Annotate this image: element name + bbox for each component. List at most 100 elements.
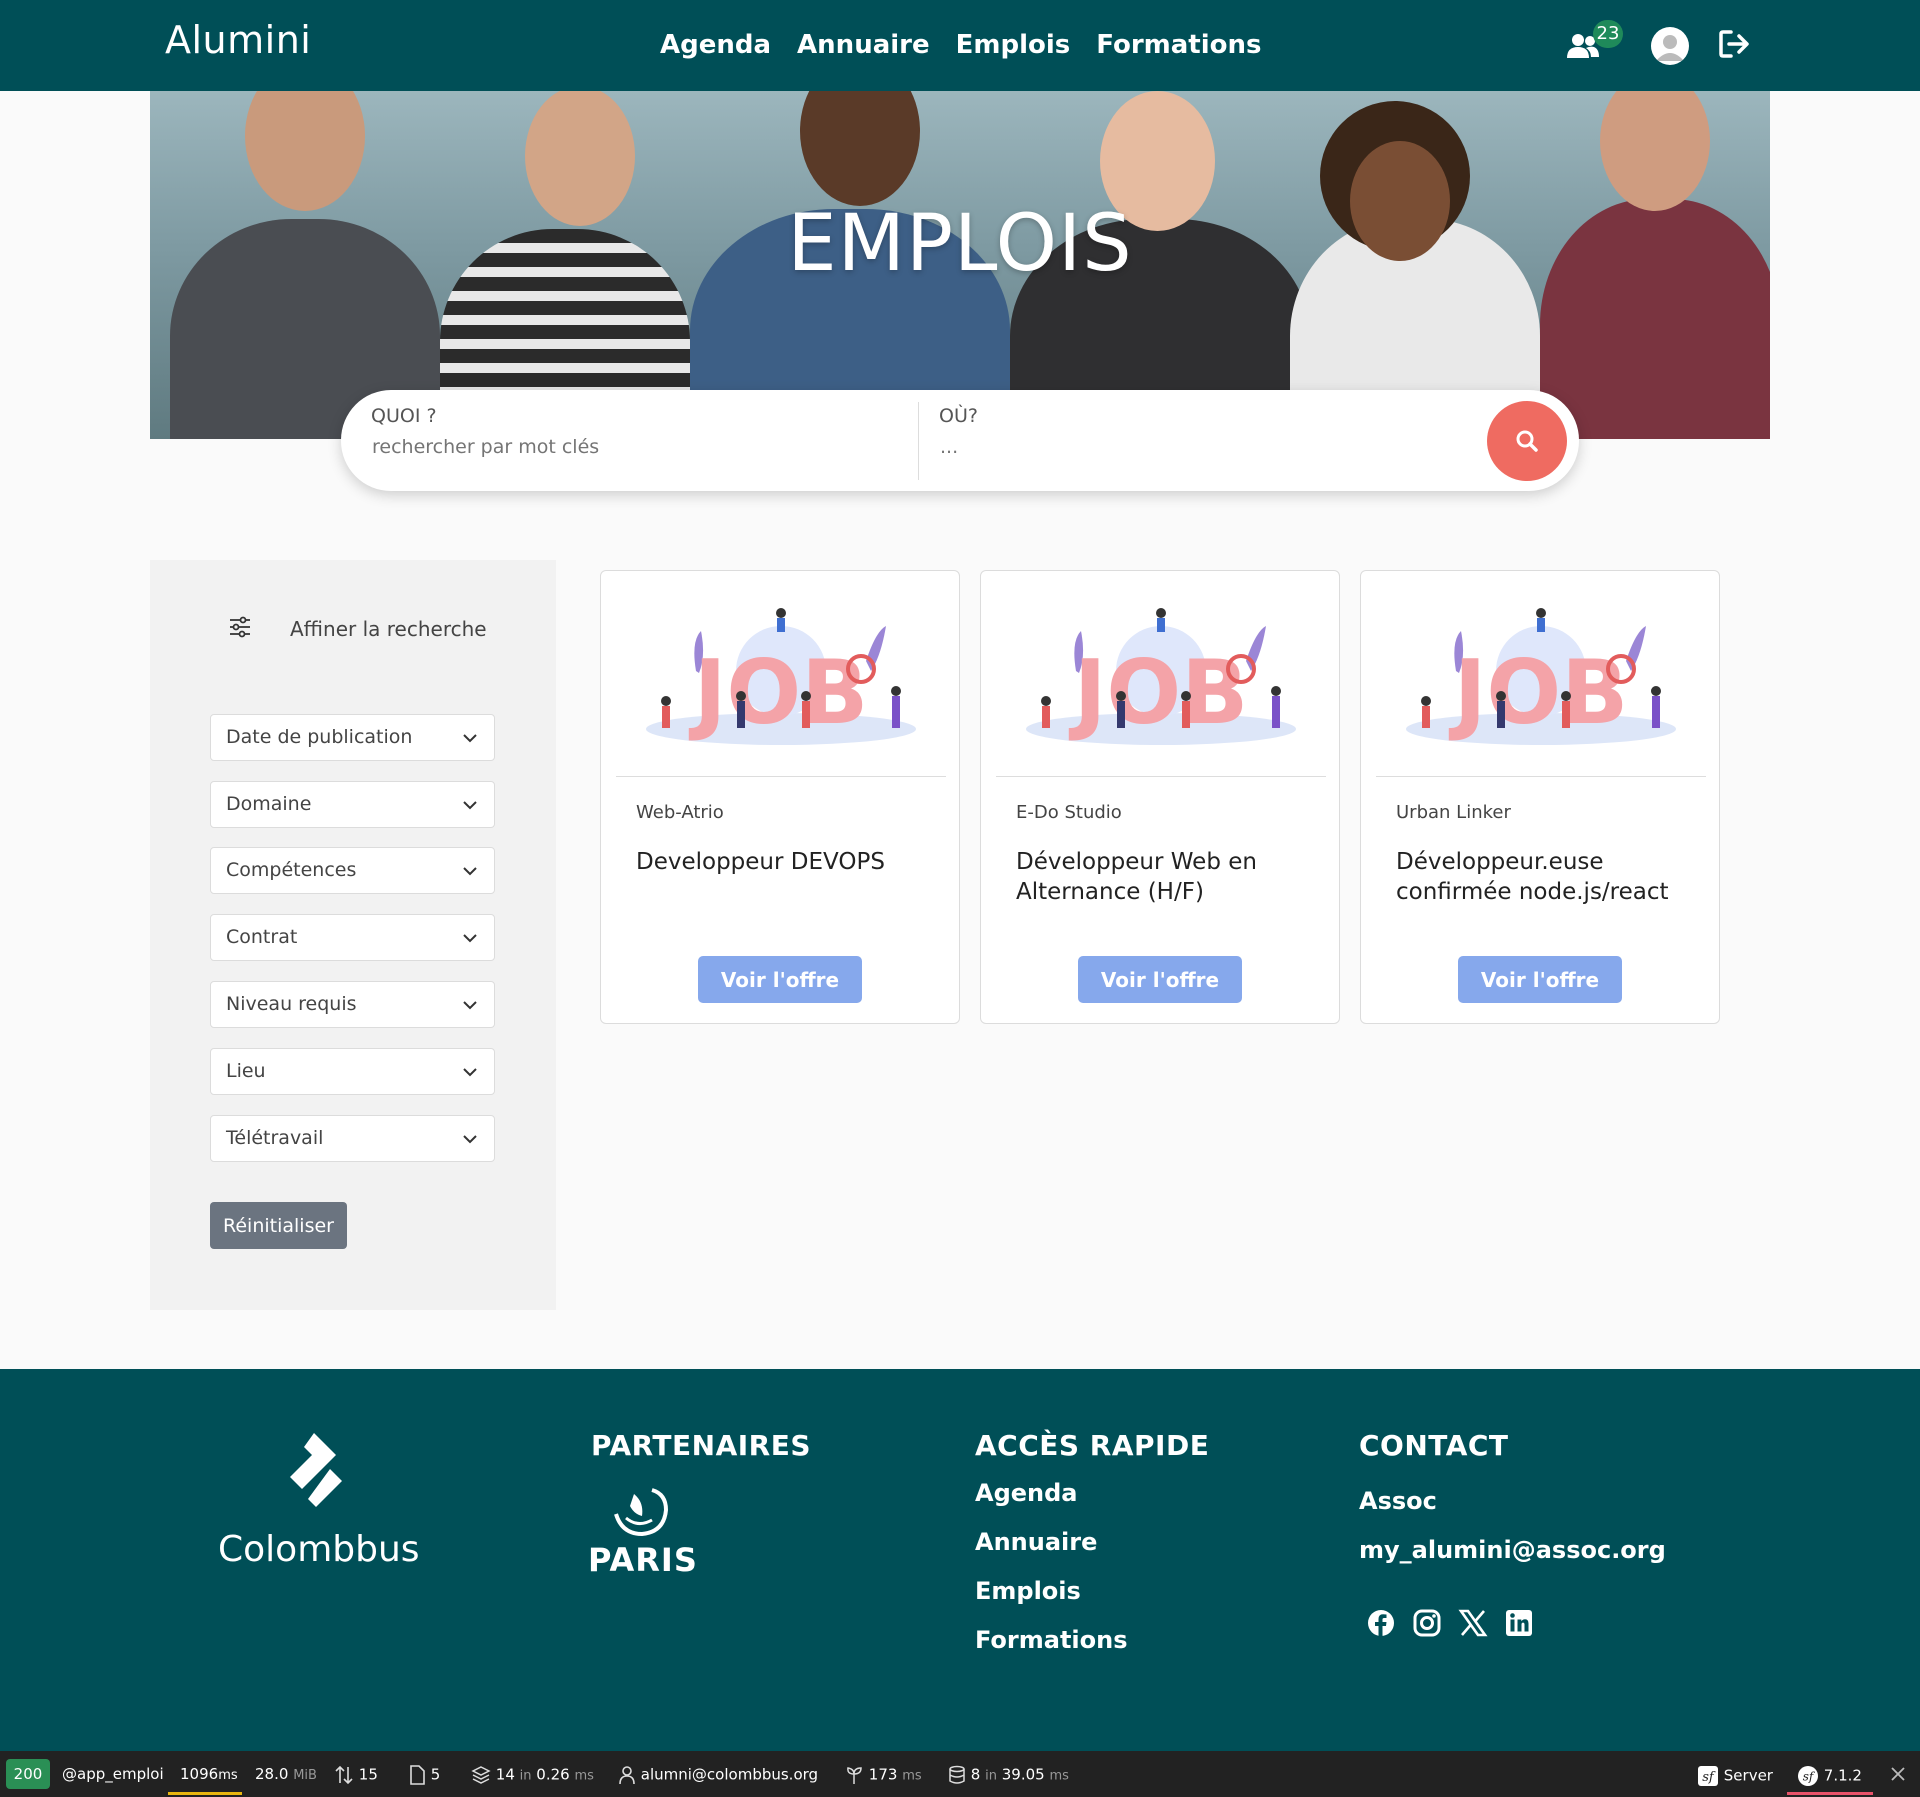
forms-count: 5 (430, 1765, 441, 1784)
security-panel[interactable]: alumni@colombbus.org (618, 1765, 818, 1785)
company-name: Web-Atrio (636, 802, 724, 823)
select-date-publication[interactable]: Date de publication (210, 714, 495, 761)
cache-unit: ms (574, 1768, 594, 1784)
select-value: Niveau requis (226, 993, 357, 1015)
job-card: JOB Web-Atrio Developpeur DEVOPS Voir l'… (600, 570, 960, 1024)
linkedin-icon[interactable] (1504, 1608, 1534, 1638)
user-icon (619, 1766, 635, 1785)
brand-logo[interactable]: Alumini (165, 18, 311, 62)
colombbus-logo-icon[interactable] (276, 1429, 356, 1521)
cache-time: 0.26 (536, 1765, 570, 1784)
sliders-icon (230, 616, 250, 638)
memory-value: 28.0 (255, 1765, 289, 1783)
request-time-value: 1096 (180, 1765, 219, 1783)
company-name: E-Do Studio (1016, 802, 1122, 823)
chevron-down-icon (463, 1135, 477, 1144)
twig-leaf-icon (847, 1767, 862, 1784)
illustration-text: JOB (1449, 641, 1629, 744)
request-time[interactable]: 1096ms (180, 1765, 238, 1783)
close-icon[interactable] (1890, 1766, 1906, 1782)
twig-time: 173 (868, 1765, 898, 1784)
search-bar: QUOI ? OÙ? (341, 390, 1579, 491)
forms-panel[interactable]: 5 (408, 1765, 440, 1785)
card-divider (616, 776, 946, 777)
search-divider (918, 402, 919, 480)
footer-logo-text: Colombbus (218, 1529, 420, 1570)
contact-email[interactable]: my_alumini@assoc.org (1359, 1536, 1666, 1564)
arrows-updown-icon (335, 1765, 353, 1785)
select-niveau-requis[interactable]: Niveau requis (210, 981, 495, 1028)
database-panel[interactable]: 8 in 39.05 ms (948, 1765, 1069, 1785)
select-teletravail[interactable]: Télétravail (210, 1115, 495, 1162)
symfony-icon: sf (1698, 1766, 1718, 1786)
select-lieu[interactable]: Lieu (210, 1048, 495, 1095)
contact-name: Assoc (1359, 1487, 1437, 1515)
hero-title: EMPLOIS (787, 199, 1133, 289)
server-label: Server (1723, 1766, 1773, 1785)
filter-header: Affiner la recherche (228, 615, 488, 645)
logout-icon[interactable] (1718, 28, 1752, 60)
footer-link-emplois[interactable]: Emplois (975, 1577, 1081, 1605)
illustration-text: JOB (689, 641, 869, 744)
cache-calls: 14 (495, 1765, 515, 1784)
select-competences[interactable]: Compétences (210, 847, 495, 894)
select-value: Domaine (226, 793, 312, 815)
db-in-label: in (985, 1768, 997, 1784)
search-button[interactable] (1487, 401, 1567, 481)
job-card: JOB Urban Linker Développeur.euse confir… (1360, 570, 1720, 1024)
twig-panel[interactable]: 173 ms (844, 1765, 922, 1785)
http-requests[interactable]: 15 (334, 1765, 378, 1785)
main-nav: Agenda Annuaire Emplois Formations (660, 30, 1261, 60)
chevron-down-icon (463, 801, 477, 810)
footer-link-formations[interactable]: Formations (975, 1626, 1128, 1654)
twig-unit: ms (902, 1768, 922, 1784)
reset-button[interactable]: Réinitialiser (210, 1202, 347, 1249)
request-time-unit: ms (218, 1768, 238, 1783)
select-domaine[interactable]: Domaine (210, 781, 495, 828)
nav-annuaire[interactable]: Annuaire (797, 30, 930, 60)
symfony-logo-icon: sf (1798, 1766, 1818, 1786)
job-card: JOB E-Do Studio Développeur Web en Alter… (980, 570, 1340, 1024)
view-offer-button[interactable]: Voir l'offre (698, 956, 862, 1003)
x-icon[interactable] (1458, 1608, 1488, 1638)
version-number: 7.1.2 (1823, 1766, 1862, 1785)
filter-heading: Affiner la recherche (290, 617, 487, 641)
status-badge[interactable]: 200 (6, 1759, 50, 1789)
layers-icon (471, 1766, 491, 1784)
view-offer-button[interactable]: Voir l'offre (1078, 956, 1242, 1003)
top-navbar: Alumini Agenda Annuaire Emplois Formatio… (0, 0, 1920, 91)
chevron-down-icon (463, 1001, 477, 1010)
card-divider (1376, 776, 1706, 777)
card-divider (996, 776, 1326, 777)
cache-panel[interactable]: 14 in 0.26 ms (471, 1765, 594, 1785)
select-contrat[interactable]: Contrat (210, 914, 495, 961)
job-illustration: JOB (646, 608, 916, 745)
location-input[interactable] (940, 432, 1440, 462)
nav-emplois[interactable]: Emplois (956, 30, 1071, 60)
time-indicator (168, 1792, 242, 1795)
footer-link-agenda[interactable]: Agenda (975, 1479, 1078, 1507)
db-time: 39.05 (1001, 1765, 1045, 1784)
avatar[interactable] (1651, 27, 1689, 65)
search-icon (1516, 430, 1538, 452)
http-requests-count: 15 (358, 1765, 378, 1784)
user-icon (1656, 35, 1684, 61)
footer: Colombbus PARTENAIRES PARIS ACCÈS RAPIDE… (0, 1369, 1920, 1751)
paris-logo-icon[interactable] (608, 1484, 672, 1542)
keyword-input[interactable] (372, 432, 872, 462)
quick-access-heading: ACCÈS RAPIDE (975, 1429, 1210, 1462)
route-name[interactable]: @app_emploi (62, 1765, 164, 1783)
facebook-icon[interactable] (1366, 1608, 1396, 1638)
chevron-down-icon (463, 934, 477, 943)
footer-link-annuaire[interactable]: Annuaire (975, 1528, 1097, 1556)
db-queries: 8 (970, 1765, 981, 1784)
symfony-version[interactable]: sf 7.1.2 (1797, 1765, 1862, 1787)
nav-formations[interactable]: Formations (1096, 30, 1261, 60)
job-title: Développeur Web en Alternance (H/F) (1016, 849, 1257, 905)
view-offer-button[interactable]: Voir l'offre (1458, 956, 1622, 1003)
instagram-icon[interactable] (1412, 1608, 1442, 1638)
job-illustration: JOB (1406, 608, 1676, 745)
nav-agenda[interactable]: Agenda (660, 30, 771, 60)
server-panel[interactable]: sf Server (1697, 1765, 1773, 1787)
memory-usage[interactable]: 28.0 MiB (255, 1765, 317, 1783)
